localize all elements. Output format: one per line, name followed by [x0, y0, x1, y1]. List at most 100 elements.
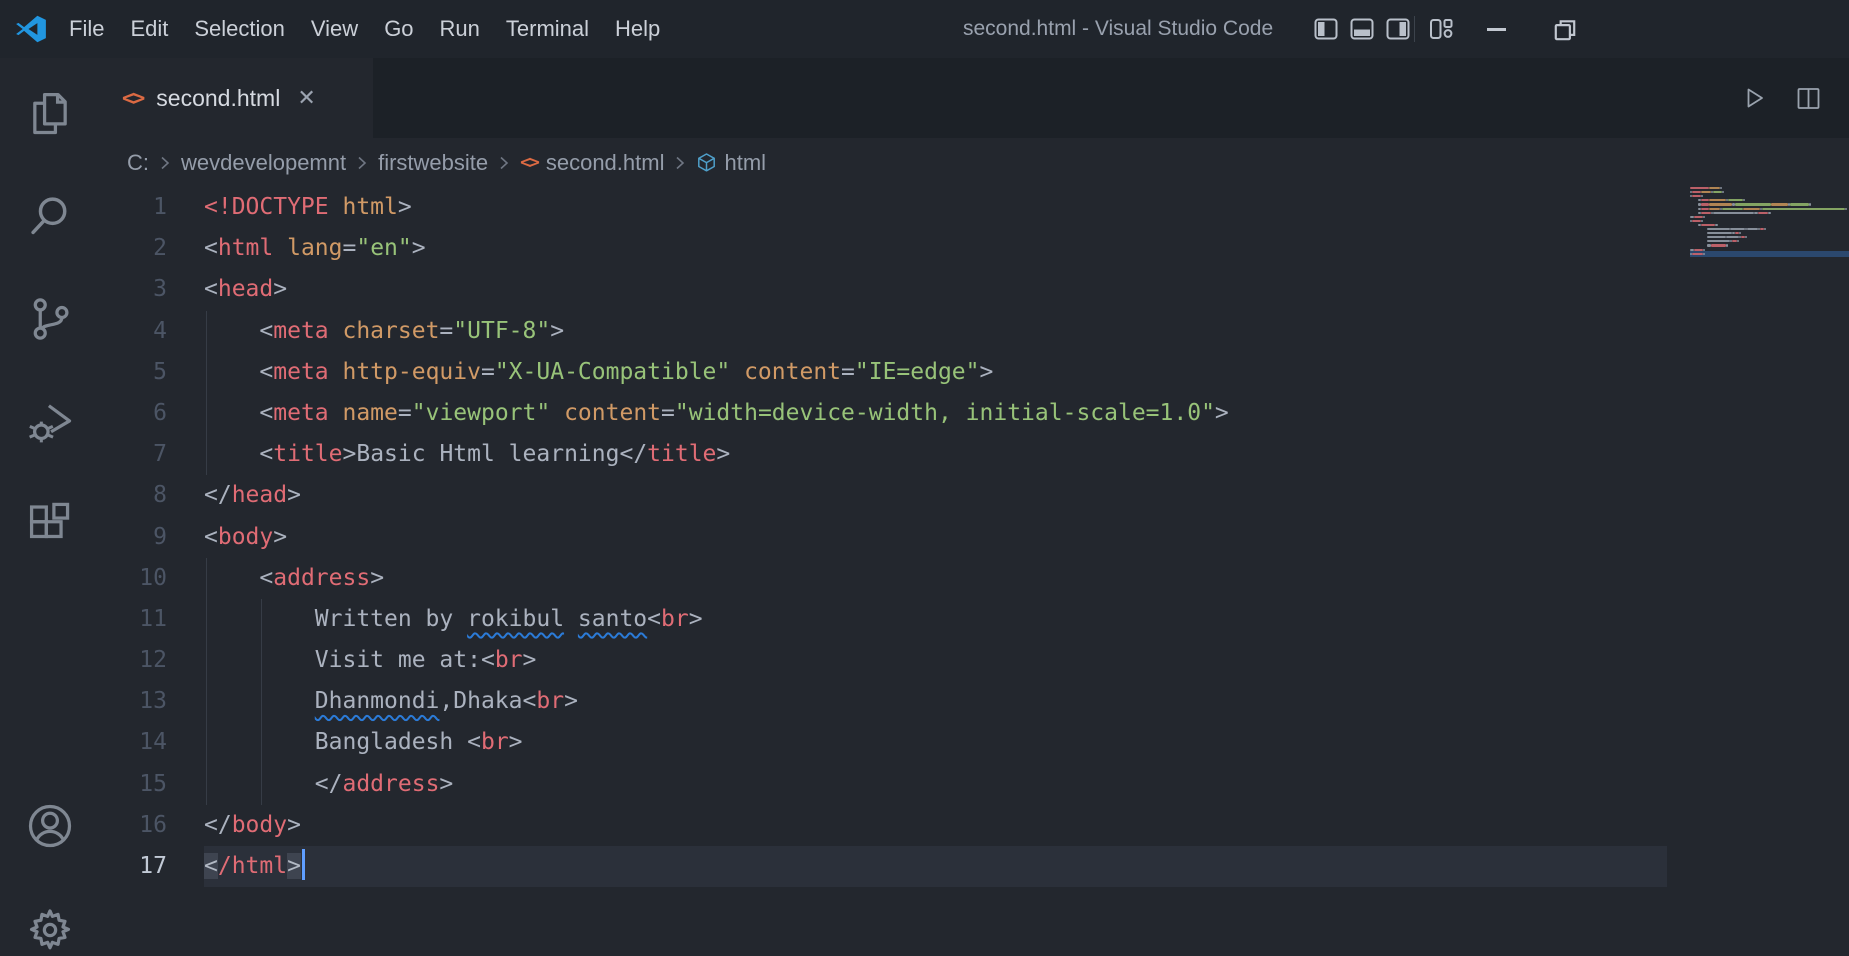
explorer-icon[interactable]: [24, 87, 76, 139]
line-number: 13: [139, 688, 167, 715]
minimap-line: [1738, 232, 1741, 235]
split-editor-button[interactable]: [1795, 85, 1822, 112]
code-text: </head>: [204, 482, 301, 509]
minimap-line: [1706, 228, 1731, 231]
customize-layout-icon[interactable]: [1428, 16, 1454, 42]
menu-run[interactable]: Run: [427, 16, 493, 42]
toggle-secondary-sidebar-icon[interactable]: [1385, 16, 1411, 42]
minimap-line: [1692, 219, 1701, 222]
code-line-7[interactable]: 7 <title>Basic Html learning</title>: [100, 434, 1849, 476]
symbol-cube-icon: [698, 153, 716, 172]
breadcrumb-item-c-[interactable]: C:: [127, 150, 149, 176]
menu-edit[interactable]: Edit: [117, 16, 181, 42]
minimap-line: [1700, 199, 1710, 202]
line-number: 7: [153, 441, 167, 468]
code-line-17[interactable]: 17 </html>: [100, 846, 1849, 888]
search-icon[interactable]: [24, 190, 76, 242]
minimap-line: [1726, 236, 1739, 239]
menu-view[interactable]: View: [298, 16, 371, 42]
minimap-line: [1702, 248, 1705, 251]
code-line-5[interactable]: 5 <meta http-equiv="X-UA-Compatible" con…: [100, 351, 1849, 393]
extensions-icon[interactable]: [24, 499, 76, 551]
tab-bar: <> second.html ✕: [100, 58, 1849, 138]
minimap-current-line: [1690, 251, 1849, 258]
minimap-line: [1700, 211, 1712, 214]
code-text: </body>: [204, 811, 301, 838]
line-number: 15: [139, 770, 167, 797]
minimap-line: [1726, 244, 1729, 247]
activity-bar: [0, 58, 100, 950]
chevron-right-icon: [358, 156, 367, 169]
minimap-line: [1844, 207, 1847, 210]
minimap-line: [1706, 232, 1733, 235]
code-text: <meta http-equiv="X-UA-Compatible" conte…: [259, 358, 994, 385]
code-text: <html lang="en">: [204, 235, 426, 262]
minimap-line: [1700, 203, 1710, 206]
menu-help[interactable]: Help: [602, 16, 673, 42]
toggle-sidebar-icon[interactable]: [1313, 16, 1339, 42]
minimap-line: [1747, 228, 1758, 231]
restore-button[interactable]: [1552, 17, 1578, 43]
breadcrumb-item-wevdevelopemnt[interactable]: wevdevelopemnt: [181, 150, 346, 176]
line-number: 2: [153, 235, 167, 262]
run-and-debug-icon[interactable]: [24, 396, 76, 448]
code-text: Bangladesh <br>: [314, 729, 523, 756]
code-line-11[interactable]: 11 Written by rokibul santo<br>: [100, 598, 1849, 641]
settings-gear-icon[interactable]: [24, 904, 76, 956]
minimap-line: [1808, 203, 1811, 206]
minimap-line: [1757, 211, 1769, 214]
code-line-3[interactable]: 3 <head>: [100, 269, 1849, 310]
minimap-line: [1728, 199, 1743, 202]
line-number: 4: [153, 317, 167, 344]
code-text: <meta name="viewport" content="width=dev…: [259, 399, 1229, 426]
source-control-icon[interactable]: [24, 293, 76, 345]
code-line-16[interactable]: 16 </body>: [100, 805, 1849, 846]
code-line-6[interactable]: 6 <meta name="viewport" content="width=d…: [100, 392, 1849, 435]
minimap-line: [1730, 228, 1746, 231]
tab-close-icon[interactable]: ✕: [297, 85, 315, 111]
code-text: <title>Basic Html learning</title>: [259, 441, 731, 468]
line-number: 9: [153, 523, 167, 550]
menu-go[interactable]: Go: [371, 16, 426, 42]
breadcrumb-item-second-html[interactable]: <> second.html: [520, 150, 664, 176]
minimap-line: [1709, 187, 1720, 190]
menu-selection[interactable]: Selection: [181, 16, 298, 42]
tab-label: second.html: [156, 84, 281, 111]
minimap-line: [1721, 191, 1724, 194]
line-number: 6: [153, 399, 167, 426]
vscode-window: { "window": { "title": "second.html - Vi…: [0, 0, 1849, 950]
tab-second-html[interactable]: <> second.html ✕: [100, 58, 373, 138]
minimap[interactable]: [1690, 187, 1849, 307]
minimap-line: [1762, 207, 1845, 210]
code-text: <meta charset="UTF-8">: [259, 317, 565, 344]
code-text: Visit me at:<br>: [314, 647, 537, 674]
breadcrumb-item-firstwebsite[interactable]: firstwebsite: [378, 150, 488, 176]
minimize-button[interactable]: [1487, 28, 1506, 31]
minimap-line: [1764, 228, 1767, 231]
code-line-14[interactable]: 14 Bangladesh <br>: [100, 722, 1849, 764]
code-line-1[interactable]: 1 <!DOCTYPE html>: [100, 187, 1849, 228]
menu-file[interactable]: File: [56, 16, 117, 42]
code-text: </address>: [314, 770, 454, 797]
minimap-line: [1713, 211, 1754, 214]
code-line-8[interactable]: 8 </head>: [100, 475, 1849, 516]
code-line-2[interactable]: 2 <html lang="en">: [100, 228, 1849, 269]
code-line-10[interactable]: 10 <address>: [100, 557, 1849, 599]
code-line-13[interactable]: 13 Dhanmondi,Dhaka<br>: [100, 681, 1849, 723]
run-button[interactable]: [1739, 83, 1769, 113]
code-line-15[interactable]: 15 </address>: [100, 763, 1849, 805]
account-icon[interactable]: [24, 800, 76, 852]
current-line-highlight: [204, 846, 1667, 888]
code-line-9[interactable]: 9 <body>: [100, 517, 1849, 558]
toggle-panel-icon[interactable]: [1349, 16, 1375, 42]
minimap-line: [1745, 236, 1748, 239]
minimap-line: [1732, 240, 1737, 243]
menu-terminal[interactable]: Terminal: [493, 16, 602, 42]
breadcrumb-item-html[interactable]: html: [696, 150, 766, 176]
code-text: <address>: [259, 564, 385, 591]
line-number: 14: [139, 729, 167, 756]
code-line-12[interactable]: 12 Visit me at:<br>: [100, 640, 1849, 682]
code-line-4[interactable]: 4 <meta charset="UTF-8">: [100, 310, 1849, 352]
minimap-line: [1700, 219, 1703, 222]
code-editor[interactable]: 1 <!DOCTYPE html> 2 <html lang="en"> 3 <head>…: [100, 187, 1849, 941]
